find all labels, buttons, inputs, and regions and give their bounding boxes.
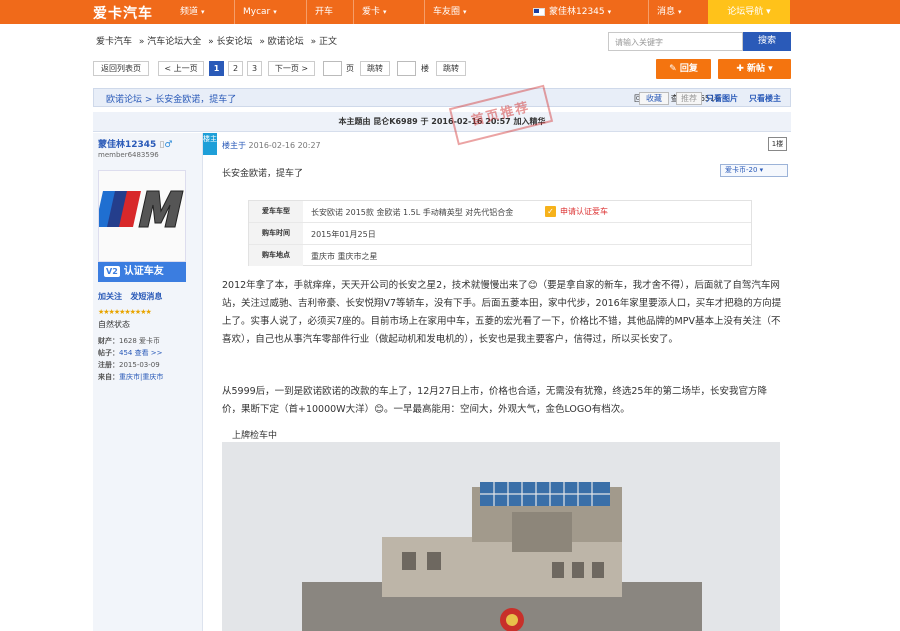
recommend-button[interactable]: 推荐: [676, 92, 702, 105]
building-photo: [222, 442, 780, 631]
breadcrumb-current: » 正文: [310, 37, 338, 47]
nav-mycar[interactable]: Mycar ▾: [234, 0, 277, 24]
thread-toolbar: 欧诺论坛 > 长安金欧诺，提车了 回复：20 查看：56519 收藏 推荐 只看…: [93, 88, 791, 107]
jump-floor-button[interactable]: 跳转: [436, 61, 466, 76]
messages-menu[interactable]: 消息 ▾: [648, 0, 682, 24]
search-input[interactable]: 请输入关键字: [608, 32, 743, 51]
photo-caption: 上牌检车中: [232, 431, 278, 441]
avatar[interactable]: [98, 170, 186, 262]
breadcrumb-forums[interactable]: » 汽车论坛大全: [139, 37, 201, 47]
thread-subject: 本主题由 昆仑K6989 于 2016-02-16 20:57 加入精华: [93, 112, 791, 132]
page-unit-label: 页: [346, 64, 354, 73]
post-meta: 楼主于 2016-02-16 20:27: [222, 141, 321, 150]
page-number-input[interactable]: [323, 61, 342, 76]
check-icon: ✓: [545, 206, 556, 217]
reply-button[interactable]: ✎ 回复: [656, 59, 711, 79]
purchase-time-row: 购车时间 2015年01月25日: [249, 223, 751, 245]
floor-number-input[interactable]: [397, 61, 416, 76]
chevron-down-icon: ▾: [766, 7, 771, 17]
forum-guide-button[interactable]: 论坛导航 ▾: [708, 0, 790, 24]
chevron-down-icon: ▾: [463, 8, 467, 16]
user-panel: 蒙佳林12345 ▯♂ member6483596 V2 认证车友 加关注 发短消…: [93, 133, 203, 631]
floor-unit-label: 楼: [421, 64, 429, 73]
jump-page-button[interactable]: 跳转: [360, 61, 390, 76]
user-wealth: 财产：1628 爱卡币: [98, 337, 161, 345]
only-owner-link[interactable]: 只看楼主: [749, 93, 781, 104]
post-photo[interactable]: [222, 442, 780, 631]
breadcrumb-ouno[interactable]: » 欧诺论坛: [259, 37, 303, 47]
new-post-button[interactable]: ✚ 新帖 ▾: [718, 59, 791, 79]
plus-icon: ✚: [736, 64, 744, 74]
send-message-link[interactable]: 发短消息: [130, 292, 162, 301]
post-paragraph-1: 2012年拿了本，手就痒痒，天天开公司的长安之星2，技术就慢慢出来了😊（要是拿自…: [222, 280, 782, 345]
page-3[interactable]: 3: [247, 61, 262, 76]
site-logo[interactable]: 爱卡汽车: [93, 3, 153, 23]
next-page-button[interactable]: 下一页 >: [268, 61, 315, 76]
page-1[interactable]: 1: [209, 61, 224, 76]
male-icon: ♂: [164, 140, 173, 150]
prev-page-button[interactable]: < 上一页: [158, 61, 204, 76]
user-info: 财产：1628 爱卡币 帖子：454 查看 >> 注册：2015-03-09 来…: [98, 335, 163, 383]
floor-number[interactable]: 1楼: [768, 137, 787, 151]
nav-channel[interactable]: 频道 ▾: [180, 0, 205, 24]
user-id: member6483596: [98, 151, 159, 159]
rank-stars: ★★★★★★★★★★: [98, 308, 152, 316]
user-location: 来自：重庆市|重庆市: [98, 373, 164, 381]
only-images-link[interactable]: 只看图片: [706, 93, 738, 104]
back-to-list-button[interactable]: 返回列表页: [93, 61, 149, 76]
chevron-down-icon: ▾: [678, 8, 682, 16]
chevron-down-icon: ▾: [201, 8, 205, 16]
car-model-row: 爱车车型 长安欧诺 2015款 金欧诺 1.5L 手动精英型 对先代铝合金 ✓ 申…: [249, 201, 751, 223]
nav-club[interactable]: 车友圈 ▾: [424, 0, 467, 24]
search-button[interactable]: 搜索: [743, 32, 791, 51]
owner-flag: 楼主: [203, 133, 217, 155]
user-flag-icon: [533, 7, 545, 16]
reward-select[interactable]: 爱卡币-20 ▾: [720, 164, 788, 177]
thread-path[interactable]: 欧诺论坛 > 长安金欧诺，提车了: [106, 92, 236, 105]
top-nav-bar: 爱卡汽车 频道 ▾ Mycar ▾ 开车 爱卡 ▾ 车友圈 ▾ 蒙佳林12345 ▾ 消息…: [0, 0, 900, 24]
user-actions: 加关注 发短消息: [98, 291, 162, 302]
apply-verify-link[interactable]: ✓ 申请认证爱车: [545, 206, 608, 217]
chevron-down-icon: ▾: [273, 8, 277, 16]
breadcrumb-changan[interactable]: » 长安论坛: [208, 37, 252, 47]
page-2[interactable]: 2: [228, 61, 243, 76]
car-info-box: 爱车车型 长安欧诺 2015款 金欧诺 1.5L 手动精英型 对先代铝合金 ✓ 申…: [248, 200, 752, 266]
verified-badge[interactable]: V2 认证车友: [98, 262, 186, 282]
edit-icon: ✎: [669, 64, 677, 74]
username[interactable]: 蒙佳林12345 ▯♂: [98, 137, 172, 150]
favorite-button[interactable]: 收藏: [639, 92, 669, 105]
user-register-date: 注册：2015-03-09: [98, 361, 160, 369]
nav-drive[interactable]: 开车: [306, 0, 333, 24]
post-paragraph-2: 从5999后，一到是欧诺欧诺的改款的车上了，12月27日上市，价格也合适，无需没…: [222, 386, 767, 415]
user-level: 自然状态: [98, 320, 130, 329]
purchase-place-row: 购车地点 重庆市 重庆市之星: [249, 245, 751, 267]
nav-aika[interactable]: 爱卡 ▾: [353, 0, 387, 24]
breadcrumb-home[interactable]: 爱卡汽车: [96, 37, 132, 47]
chevron-down-icon: ▾: [768, 64, 773, 74]
post-title: 长安金欧诺，提车了: [222, 169, 304, 179]
chevron-down-icon: ▾: [383, 8, 387, 16]
chevron-down-icon: ▾: [759, 166, 764, 174]
follow-link[interactable]: 加关注: [98, 292, 122, 301]
bmw-m-logo: [99, 171, 185, 261]
user-menu[interactable]: 蒙佳林12345 ▾: [533, 0, 611, 24]
user-posts: 帖子：454 查看 >>: [98, 349, 163, 357]
chevron-down-icon: ▾: [607, 8, 612, 16]
breadcrumb: 爱卡汽车 » 汽车论坛大全 » 长安论坛 » 欧诺论坛 » 正文: [96, 34, 341, 47]
